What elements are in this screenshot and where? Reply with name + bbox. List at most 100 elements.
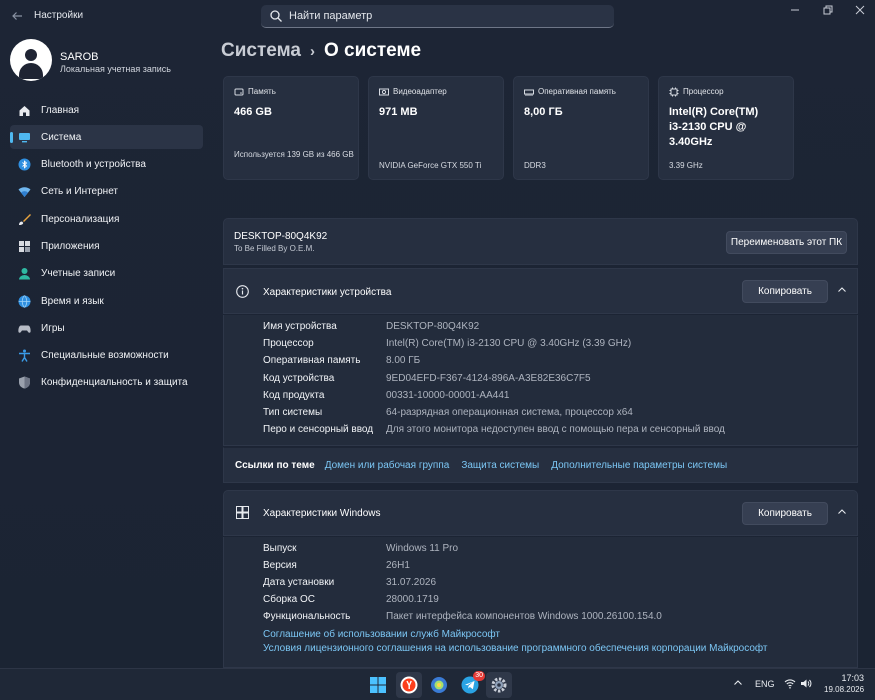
spec-value: 9ED04EFD-F367-4124-896A-A3E82E36C7F5	[386, 373, 591, 384]
device-name: DESKTOP-80Q4K92	[234, 231, 328, 242]
restore-icon	[823, 5, 833, 15]
app-title: Настройки	[34, 10, 84, 21]
sidebar-item-accounts[interactable]: Учетные записи	[10, 262, 203, 286]
clock[interactable]: 17:03 19.08.2026	[824, 673, 864, 696]
spec-key: Оперативная память	[263, 355, 361, 366]
related-links-label: Ссылки по теме	[235, 460, 315, 471]
spec-key: Процессор	[263, 338, 314, 349]
spec-key: Код устройства	[263, 373, 335, 384]
card-subtitle: DDR3	[524, 161, 546, 170]
spec-value: Пакет интерфейса компонентов Windows 100…	[386, 611, 662, 622]
spec-value: Для этого монитора недоступен ввод с пом…	[386, 424, 725, 435]
close-button[interactable]	[845, 4, 875, 18]
language-indicator[interactable]: ENG	[755, 679, 775, 689]
windows-specs-header[interactable]: Характеристики Windows Копировать	[223, 490, 858, 536]
search-icon	[270, 10, 282, 22]
link-label[interactable]: Условия лицензионного соглашения на испо…	[263, 643, 768, 654]
card-ram[interactable]: Оперативная память 8,00 ГБ DDR3	[513, 76, 649, 180]
card-storage[interactable]: Память 466 GB Используется 139 GB из 466…	[223, 76, 359, 180]
taskbar-app-alice[interactable]	[426, 672, 452, 698]
sidebar-item-label: Конфиденциальность и защита	[41, 377, 188, 389]
ms-license-terms-link[interactable]: Условия лицензионного соглашения на испо…	[263, 643, 768, 654]
spec-key: Дата установки	[263, 577, 335, 588]
clock-time: 17:03	[841, 673, 864, 683]
spec-value: 00331-10000-00001-AA441	[386, 390, 510, 401]
sidebar-item-label: Время и язык	[41, 295, 104, 307]
search-placeholder: Найти параметр	[289, 10, 373, 22]
ms-services-agreement-link[interactable]: Соглашение об использовании служб Майкро…	[263, 629, 500, 640]
windows-specs-title: Характеристики Windows	[263, 508, 381, 519]
sidebar-item-privacy[interactable]: Конфиденциальность и защита	[10, 371, 203, 395]
device-specs-body: Имя устройства DESKTOP-80Q4K92 Процессор I…	[223, 315, 858, 446]
device-specs-title: Характеристики устройства	[263, 287, 392, 298]
link-system-protection[interactable]: Защита системы	[461, 460, 539, 471]
volume-icon[interactable]	[800, 678, 812, 691]
avatar	[10, 39, 52, 81]
card-subtitle: Используется 139 GB из 466 GB	[234, 150, 354, 159]
card-cpu[interactable]: Процессор Intel(R) Core(TM) i3-2130 CPU …	[658, 76, 794, 180]
device-model: To Be Filled By O.E.M.	[234, 244, 315, 253]
sidebar-item-personalization[interactable]: Персонализация	[10, 207, 203, 231]
minimize-button[interactable]	[780, 4, 810, 18]
wifi-icon[interactable]	[784, 678, 796, 691]
info-icon	[236, 285, 249, 298]
spec-value: Windows 11 Pro	[386, 543, 459, 554]
spec-key: Тип системы	[263, 407, 323, 418]
sidebar-nav: Главная Система Bluetooth и устройства С…	[10, 98, 203, 398]
maximize-button[interactable]	[813, 4, 843, 18]
title-bar: Настройки Найти параметр	[0, 0, 875, 32]
tray-chevron-up-icon[interactable]	[733, 678, 743, 690]
card-subtitle: 3.39 GHz	[669, 161, 703, 170]
ram-icon	[524, 89, 534, 96]
bluetooth-icon	[17, 158, 31, 172]
sidebar-item-network[interactable]: Сеть и Интернет	[10, 180, 203, 204]
windows-start-icon	[370, 677, 386, 693]
sidebar-item-label: Персонализация	[41, 213, 120, 225]
windows-specs-body: Выпуск Windows 11 Pro Версия 26H1 Дата уст…	[223, 537, 858, 668]
breadcrumb: Система › О системе	[221, 40, 421, 62]
spec-value: 28000.1719	[386, 594, 439, 605]
sidebar-item-time-language[interactable]: Время и язык	[10, 289, 203, 313]
sidebar-item-system[interactable]: Система	[10, 125, 203, 150]
link-advanced-system-settings[interactable]: Дополнительные параметры системы	[551, 460, 727, 471]
start-button[interactable]	[365, 672, 391, 698]
accessibility-icon	[17, 349, 31, 363]
globe-icon	[17, 294, 31, 308]
card-gpu[interactable]: Видеоадаптер 971 MB NVIDIA GeForce GTX 5…	[368, 76, 504, 180]
chevron-up-icon[interactable]	[834, 284, 850, 300]
system-icon	[17, 130, 31, 144]
card-title: Видеоадаптер	[393, 87, 447, 96]
sidebar-item-accessibility[interactable]: Специальные возможности	[10, 344, 203, 368]
storage-icon	[234, 88, 244, 96]
chevron-up-icon[interactable]	[834, 506, 850, 522]
shield-icon	[17, 376, 31, 390]
close-icon	[855, 5, 865, 15]
spec-key: Код продукта	[263, 390, 325, 401]
link-domain-workgroup[interactable]: Домен или рабочая группа	[325, 460, 450, 471]
device-specs-header[interactable]: Характеристики устройства Копировать	[223, 268, 858, 314]
sidebar-item-label: Игры	[41, 322, 65, 334]
taskbar-settings[interactable]	[486, 672, 512, 698]
user-profile[interactable]: SAROB Локальная учетная запись	[10, 39, 210, 83]
card-value: 971 MB	[379, 106, 418, 118]
sidebar-item-apps[interactable]: Приложения	[10, 234, 203, 258]
home-icon	[17, 103, 31, 117]
breadcrumb-parent[interactable]: Система	[221, 40, 301, 61]
sidebar-item-home[interactable]: Главная	[10, 98, 203, 122]
sidebar-item-label: Bluetooth и устройства	[41, 159, 146, 171]
sidebar-item-gaming[interactable]: Игры	[10, 316, 203, 340]
taskbar-telegram[interactable]: 30	[457, 671, 485, 698]
copy-windows-specs-button[interactable]: Копировать	[742, 502, 828, 525]
taskbar-yandex-browser[interactable]	[396, 672, 422, 698]
link-label[interactable]: Соглашение об использовании служб Майкро…	[263, 629, 500, 640]
gear-icon	[491, 677, 507, 693]
spec-key: Функциональность	[263, 611, 351, 622]
spec-key: Перо и сенсорный ввод	[263, 424, 374, 435]
spec-value: DESKTOP-80Q4K92	[386, 321, 480, 332]
back-button[interactable]	[6, 6, 28, 26]
sidebar-item-bluetooth[interactable]: Bluetooth и устройства	[10, 153, 203, 177]
search-input[interactable]: Найти параметр	[261, 5, 614, 28]
network-icon	[17, 185, 31, 199]
rename-pc-button[interactable]: Переименовать этот ПК	[726, 231, 847, 254]
copy-device-specs-button[interactable]: Копировать	[742, 280, 828, 303]
